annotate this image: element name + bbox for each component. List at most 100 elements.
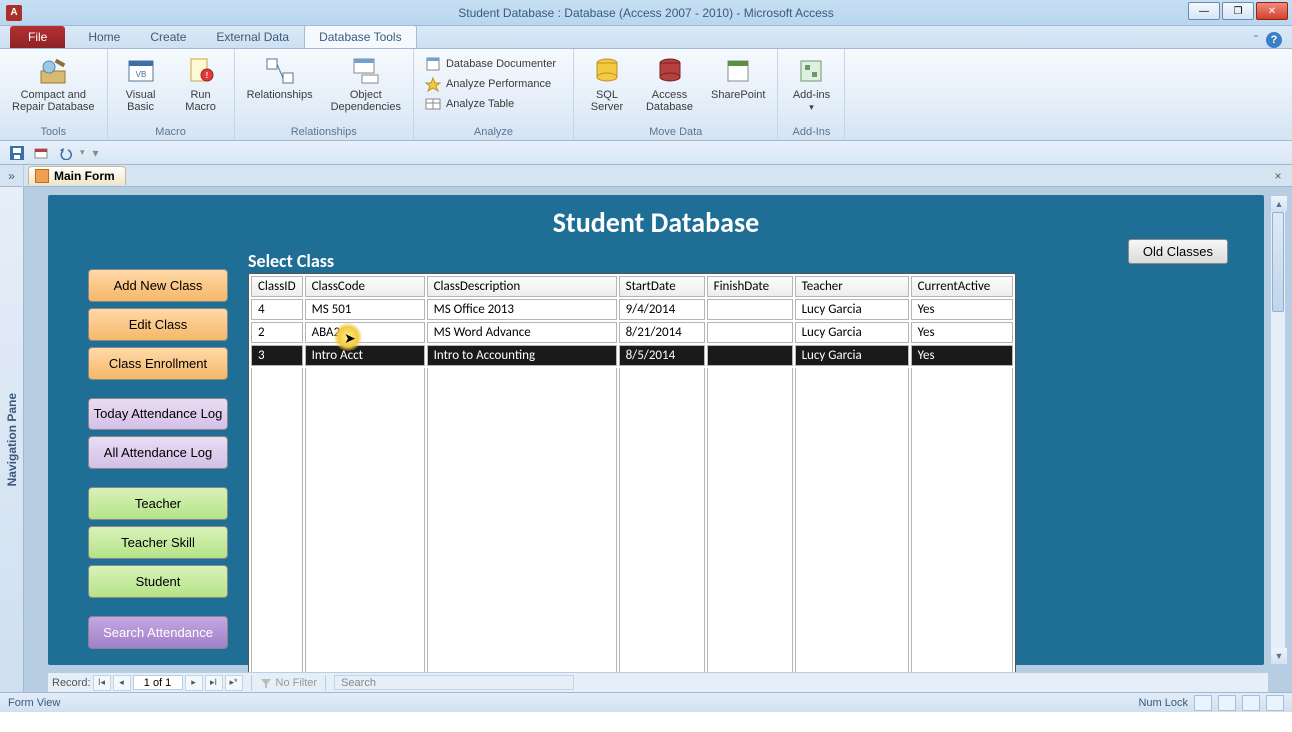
relationships-icon — [264, 55, 296, 87]
form-view-button[interactable] — [1194, 695, 1212, 711]
column-header[interactable]: ClassCode — [305, 276, 425, 297]
table-row[interactable]: 3Intro AcctIntro to Accounting8/5/2014Lu… — [251, 345, 1013, 366]
group-analyze: Database Documenter Analyze Performance … — [414, 49, 574, 140]
table-row[interactable]: 2ABA201MS Word Advance8/21/2014Lucy Garc… — [251, 322, 1013, 343]
ribbon-tabs: File Home Create External Data Database … — [0, 26, 1292, 49]
visual-basic-button[interactable]: VB Visual Basic — [116, 53, 166, 115]
filter-indicator[interactable]: No Filter — [260, 677, 318, 689]
analyze-table-icon — [425, 96, 441, 112]
nav-next-icon[interactable]: ▸ — [185, 675, 203, 691]
record-position-input[interactable] — [133, 675, 183, 690]
add-new-class-button[interactable]: Add New Class — [88, 269, 228, 302]
nav-new-icon[interactable]: ▸* — [225, 675, 243, 691]
vertical-scrollbar[interactable]: ▲ ▼ — [1270, 195, 1286, 665]
access-db-icon — [654, 55, 686, 87]
navigation-pane-collapsed[interactable]: Navigation Pane — [0, 187, 24, 692]
tab-external-data[interactable]: External Data — [201, 25, 304, 48]
ribbon: Compact and Repair Database Tools VB Vis… — [0, 49, 1292, 141]
form-icon — [35, 169, 49, 183]
analyze-table-button[interactable]: Analyze Table — [422, 95, 559, 113]
close-button[interactable]: ✕ — [1256, 2, 1288, 20]
addins-icon — [795, 55, 827, 87]
ribbon-collapse-icon[interactable]: ˆ — [1254, 33, 1258, 47]
database-documenter-button[interactable]: Database Documenter — [422, 55, 559, 73]
status-bar: Form View Num Lock — [0, 692, 1292, 712]
group-relationships: Relationships Object Dependencies Relati… — [235, 49, 414, 140]
table-row[interactable]: 4MS 501MS Office 20139/4/2014Lucy Garcia… — [251, 299, 1013, 320]
edit-class-button[interactable]: Edit Class — [88, 308, 228, 341]
sql-server-button[interactable]: SQL Server — [582, 53, 632, 115]
old-classes-button[interactable]: Old Classes — [1128, 239, 1228, 264]
visual-basic-icon: VB — [125, 55, 157, 87]
all-attendance-button[interactable]: All Attendance Log — [88, 436, 228, 469]
search-attendance-button[interactable]: Search Attendance — [88, 616, 228, 649]
numlock-indicator: Num Lock — [1138, 697, 1188, 709]
class-enrollment-button[interactable]: Class Enrollment — [88, 347, 228, 380]
save-icon[interactable] — [8, 144, 26, 162]
sharepoint-button[interactable]: SharePoint — [707, 53, 769, 103]
run-macro-icon: ! — [185, 55, 217, 87]
sharepoint-icon — [722, 55, 754, 87]
addins-button[interactable]: Add-ins▾ — [786, 53, 836, 115]
svg-text:!: ! — [205, 71, 208, 80]
column-header[interactable]: ClassID — [251, 276, 303, 297]
table-empty-area — [251, 368, 1013, 692]
quick-access-toolbar: ▾ ▾ — [0, 141, 1292, 165]
nav-pane-toggle[interactable]: » — [0, 165, 24, 187]
compact-repair-button[interactable]: Compact and Repair Database — [8, 53, 99, 115]
column-header[interactable]: FinishDate — [707, 276, 793, 297]
group-tools-label: Tools — [40, 126, 66, 138]
column-header[interactable]: StartDate — [619, 276, 705, 297]
group-addins: Add-ins▾ Add-Ins — [778, 49, 845, 140]
group-move-data: SQL Server Access Database SharePoint Mo… — [574, 49, 779, 140]
student-button[interactable]: Student — [88, 565, 228, 598]
undo-icon[interactable] — [56, 144, 74, 162]
performance-icon — [425, 76, 441, 92]
relationships-button[interactable]: Relationships — [243, 53, 317, 103]
nav-prev-icon[interactable]: ◂ — [113, 675, 131, 691]
form-area: Student Database Select Class Old Classe… — [24, 187, 1292, 692]
nav-first-icon[interactable]: I◂ — [93, 675, 111, 691]
tab-home[interactable]: Home — [73, 25, 135, 48]
today-attendance-button[interactable]: Today Attendance Log — [88, 398, 228, 430]
datasheet-view-button[interactable] — [1218, 695, 1236, 711]
sql-server-icon — [591, 55, 623, 87]
main-form: Student Database Select Class Old Classe… — [48, 195, 1264, 665]
scroll-down-icon[interactable]: ▼ — [1271, 648, 1287, 664]
app-icon: A — [6, 5, 22, 21]
svg-text:VB: VB — [135, 70, 146, 79]
workspace: Navigation Pane Student Database Select … — [0, 187, 1292, 692]
object-icon[interactable] — [32, 144, 50, 162]
tab-create[interactable]: Create — [135, 25, 201, 48]
run-macro-button[interactable]: ! Run Macro — [176, 53, 226, 115]
column-header[interactable]: CurrentActive — [911, 276, 1013, 297]
scroll-up-icon[interactable]: ▲ — [1271, 196, 1287, 212]
record-search-input[interactable]: Search — [334, 675, 574, 690]
object-dependencies-icon — [350, 55, 382, 87]
column-header[interactable]: ClassDescription — [427, 276, 617, 297]
teacher-skill-button[interactable]: Teacher Skill — [88, 526, 228, 559]
access-database-button[interactable]: Access Database — [642, 53, 697, 115]
column-header[interactable]: Teacher — [795, 276, 909, 297]
teacher-button[interactable]: Teacher — [88, 487, 228, 520]
form-title: Student Database — [48, 195, 1264, 240]
document-tab-bar: » Main Form × — [0, 165, 1292, 187]
doc-tab-main-form[interactable]: Main Form — [28, 166, 126, 185]
doc-close-icon[interactable]: × — [1270, 168, 1286, 184]
record-navigator: Record: I◂ ◂ ▸ ▸I ▸* No Filter Search — [48, 672, 1268, 692]
help-icon[interactable]: ? — [1266, 32, 1282, 48]
title-bar: A Student Database : Database (Access 20… — [0, 0, 1292, 26]
file-tab[interactable]: File — [10, 26, 65, 48]
layout-view-button[interactable] — [1242, 695, 1260, 711]
tab-database-tools[interactable]: Database Tools — [304, 25, 417, 48]
class-table[interactable]: ClassIDClassCodeClassDescriptionStartDat… — [248, 273, 1016, 692]
minimize-button[interactable]: — — [1188, 2, 1220, 20]
select-class-label: Select Class — [248, 250, 334, 272]
scroll-thumb[interactable] — [1272, 212, 1284, 312]
maximize-button[interactable]: ❐ — [1222, 2, 1254, 20]
nav-last-icon[interactable]: ▸I — [205, 675, 223, 691]
design-view-button[interactable] — [1266, 695, 1284, 711]
analyze-performance-button[interactable]: Analyze Performance — [422, 75, 559, 93]
object-dependencies-button[interactable]: Object Dependencies — [327, 53, 405, 115]
window-title: Student Database : Database (Access 2007… — [0, 6, 1292, 20]
